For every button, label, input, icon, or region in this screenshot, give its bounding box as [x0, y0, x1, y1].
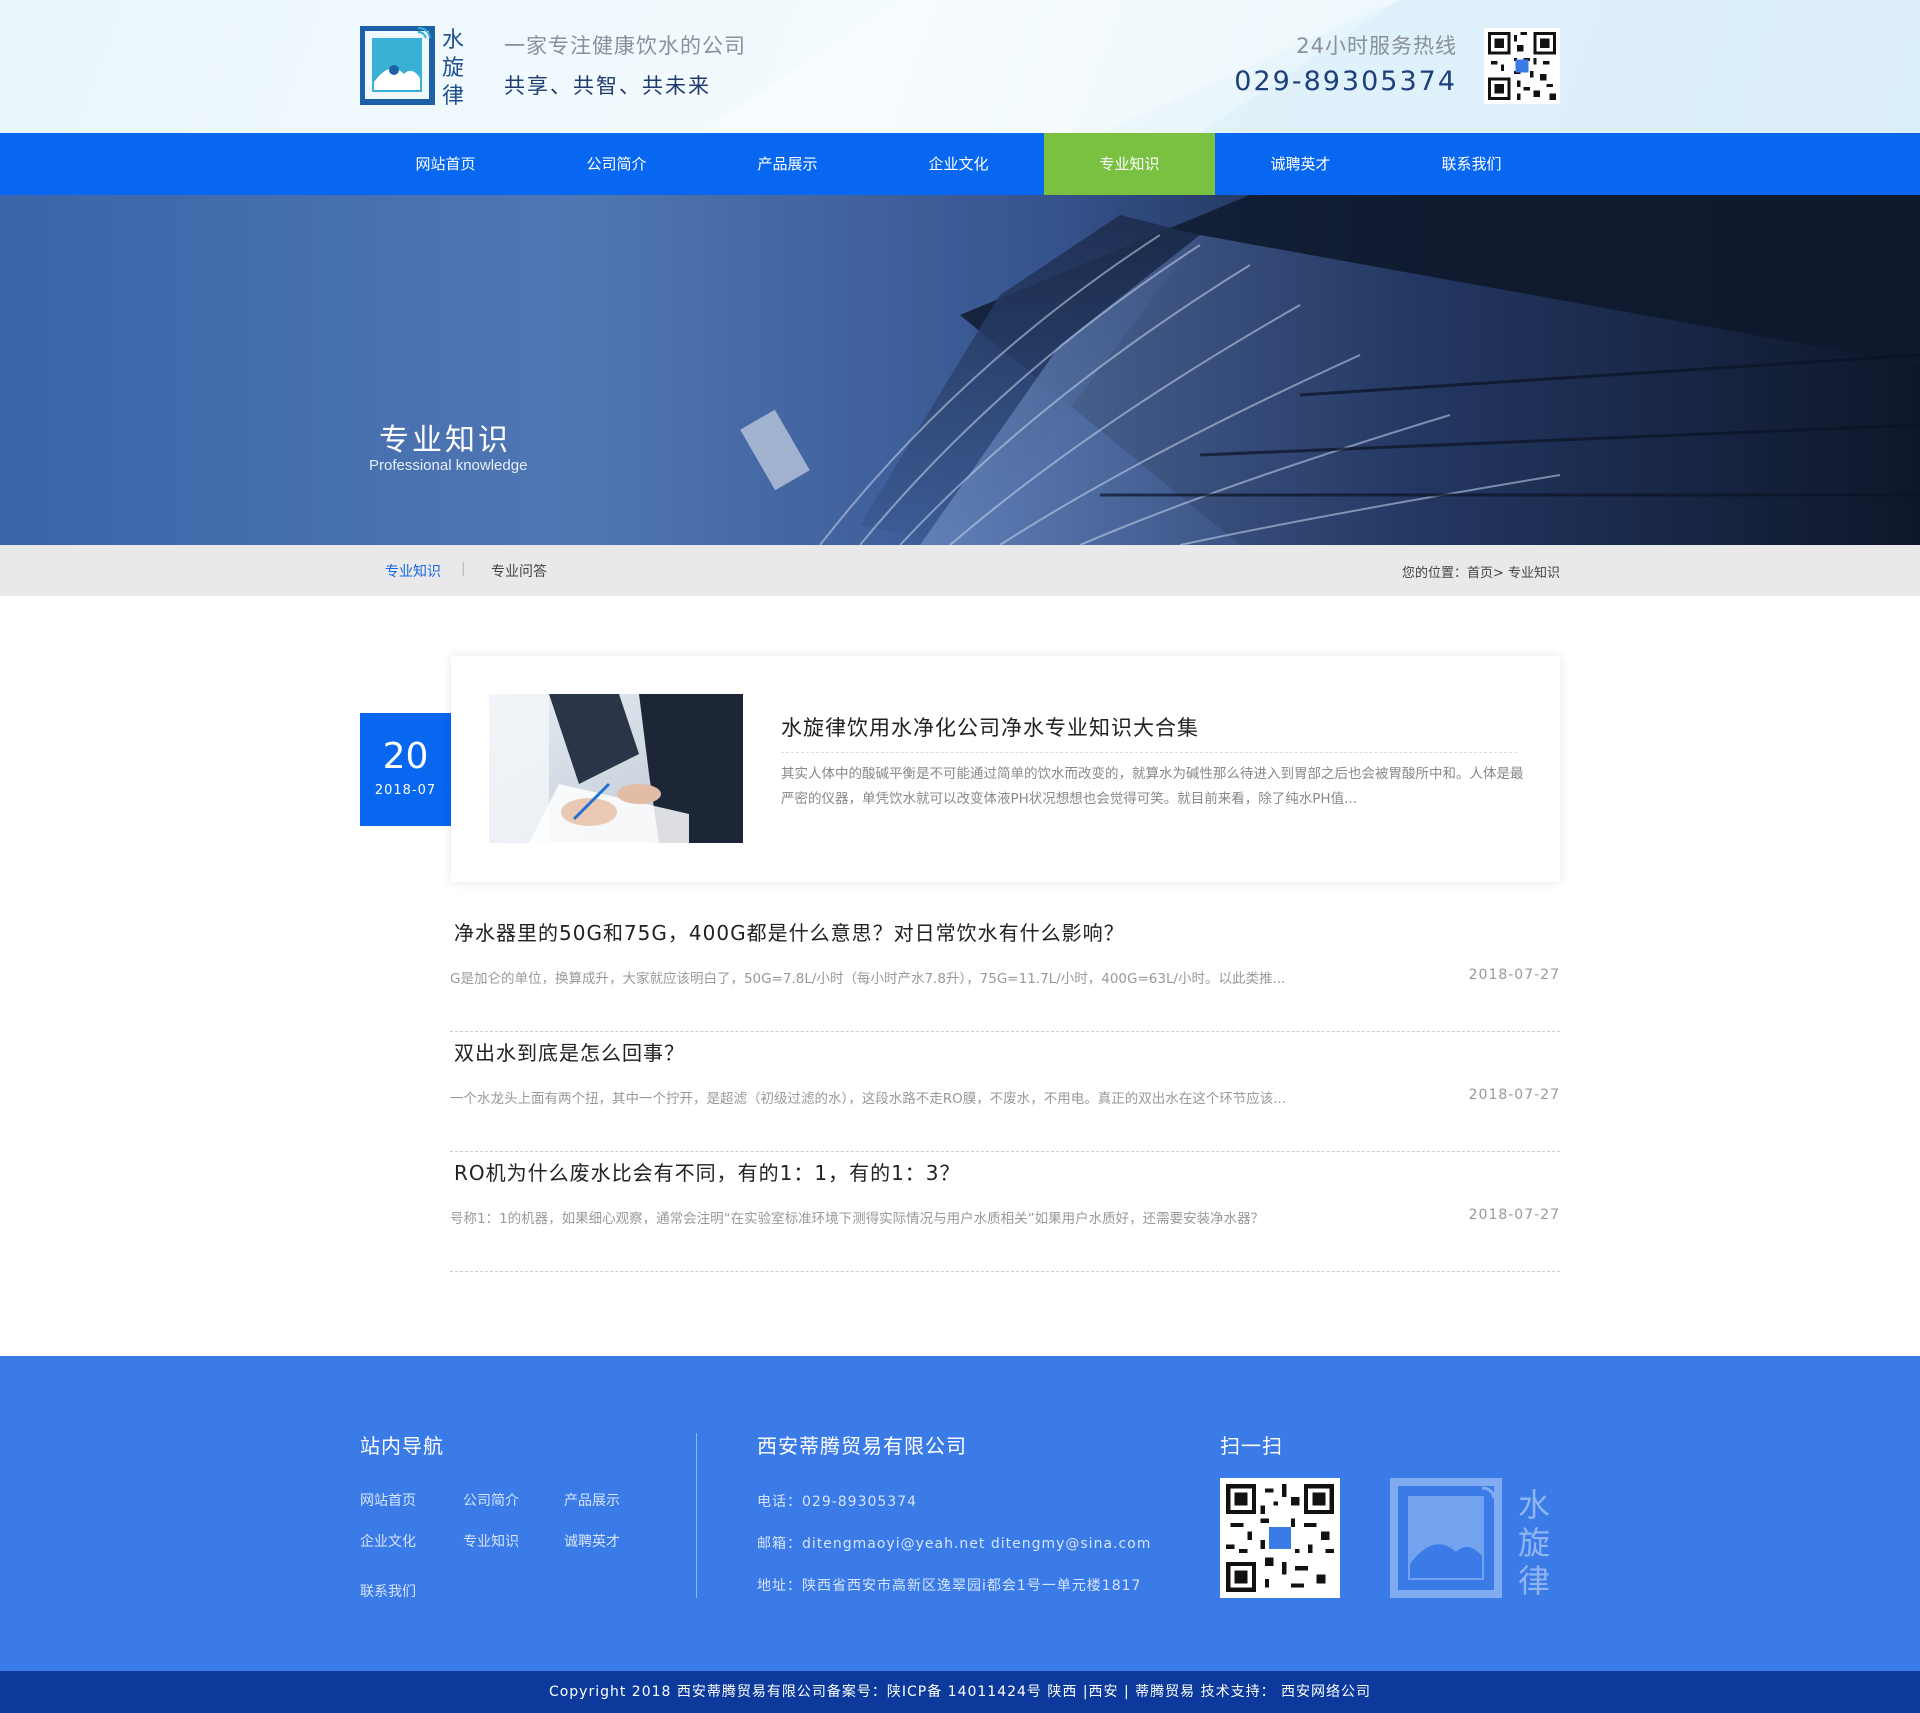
article-date: 2018-07-27	[1468, 967, 1560, 983]
footer-phone: 电话：029-89305374	[757, 1494, 918, 1510]
site-header: 水 旋 律 一家专注健康饮水的公司 共享、共智、共未来 24小时服务热线 029…	[0, 0, 1920, 133]
date-badge: 20 2018-07	[360, 713, 451, 826]
nav-item-about[interactable]: 公司简介	[531, 133, 702, 195]
footer-logo-char-2: 旋	[1518, 1524, 1550, 1562]
footer-link-culture[interactable]: 企业文化	[360, 1531, 416, 1551]
article-title[interactable]: 净水器里的50G和75G，400G都是什么意思？对日常饮水有什么影响？	[454, 917, 1125, 946]
date-year-month: 2018-07	[374, 783, 437, 798]
footer-logo-icon: 水 旋 律	[1390, 1478, 1560, 1600]
slogan-line-1: 一家专注健康饮水的公司	[504, 34, 746, 58]
article-date: 2018-07-27	[1468, 1087, 1560, 1103]
nav-item-careers[interactable]: 诚聘英才	[1215, 133, 1386, 195]
featured-image[interactable]	[489, 694, 743, 843]
subtab-separator: |	[461, 561, 466, 577]
article-excerpt: G是加仑的单位，换算成升，大家就应该明白了，50G=7.8L/小时（每小时产水7…	[450, 971, 1286, 987]
list-item[interactable]: 双出水到底是怎么回事？ 一个水龙头上面有两个扭，其中一个拧开，是超滤（初级过滤的…	[450, 1032, 1560, 1152]
nav-item-contact[interactable]: 联系我们	[1386, 133, 1557, 195]
featured-title[interactable]: 水旋律饮用水净化公司净水专业知识大合集	[781, 712, 1517, 753]
company-logo[interactable]: 水 旋 律	[359, 25, 472, 109]
footer-divider	[696, 1433, 697, 1598]
hotline-label: 24小时服务热线	[1296, 34, 1457, 58]
page-banner: 专业知识 Professional knowledge	[0, 195, 1920, 545]
footer-link-home[interactable]: 网站首页	[360, 1490, 416, 1510]
logo-char-3: 律	[442, 84, 465, 109]
article-title[interactable]: RO机为什么废水比会有不同，有的1：1，有的1：3？	[454, 1157, 961, 1186]
building-image	[740, 195, 1920, 545]
main-nav: 网站首页 公司简介 产品展示 企业文化 专业知识 诚聘英才 联系我们	[0, 133, 1920, 195]
footer-address: 地址：陕西省西安市高新区逸翠园i都会1号一单元楼1817	[757, 1578, 1142, 1594]
hotline-number: 029-89305374	[1234, 66, 1457, 97]
footer-link-products[interactable]: 产品展示	[564, 1490, 620, 1510]
list-item[interactable]: RO机为什么废水比会有不同，有的1：1，有的1：3？ 号称1：1的机器，如果细心…	[450, 1152, 1560, 1272]
nav-item-culture[interactable]: 企业文化	[873, 133, 1044, 195]
article-date: 2018-07-27	[1468, 1207, 1560, 1223]
footer-scan-heading: 扫一扫	[1220, 1434, 1283, 1458]
date-day: 20	[382, 736, 429, 777]
article-excerpt: 一个水龙头上面有两个扭，其中一个拧开，是超滤（初级过滤的水），这段水路不走RO膜…	[450, 1091, 1287, 1107]
site-footer: 站内导航 网站首页 公司简介 产品展示 企业文化 专业知识 诚聘英才 联系我们 …	[0, 1356, 1920, 1671]
featured-description: 其实人体中的酸碱平衡是不可能通过简单的饮水而改变的，就算水为碱性那么待进入到胃部…	[781, 766, 1524, 807]
footer-qr-code-icon	[1220, 1478, 1340, 1598]
footer-logo-char-1: 水	[1518, 1486, 1550, 1524]
breadcrumb: 您的位置：首页> 专业知识	[1401, 566, 1560, 581]
footer-link-contact[interactable]: 联系我们	[360, 1581, 416, 1601]
footer-link-knowledge[interactable]: 专业知识	[463, 1531, 519, 1551]
footer-nav-heading: 站内导航	[360, 1434, 444, 1458]
article-list: 净水器里的50G和75G，400G都是什么意思？对日常饮水有什么影响？ G是加仑…	[450, 912, 1560, 1272]
banner-subtitle: Professional knowledge	[369, 457, 528, 474]
featured-card: 水旋律饮用水净化公司净水专业知识大合集 其实人体中的酸碱平衡是不可能通过简单的饮…	[451, 656, 1560, 882]
article-excerpt: 号称1：1的机器，如果细心观察，通常会注明“在实验室标准环境下测得实际情况与用户…	[450, 1211, 1265, 1227]
qr-code-icon	[1484, 28, 1560, 104]
subtab-qa[interactable]: 专业问答	[491, 561, 547, 581]
nav-item-products[interactable]: 产品展示	[702, 133, 873, 195]
slogan-line-2: 共享、共智、共未来	[504, 74, 711, 98]
sub-navigation-bar: 专业知识 | 专业问答 您的位置：首页> 专业知识	[0, 545, 1920, 596]
article-title[interactable]: 双出水到底是怎么回事？	[454, 1037, 685, 1066]
nav-item-home[interactable]: 网站首页	[360, 133, 531, 195]
footer-logo-char-3: 律	[1518, 1562, 1550, 1598]
featured-article[interactable]: 20 2018-07 水旋律饮用水净化公司净水专业知识大合集 其实人体中的酸碱平…	[360, 656, 1560, 882]
footer-email: 邮箱：ditengmaoyi@yeah.net ditengmy@sina.co…	[757, 1536, 1152, 1552]
footer-link-about[interactable]: 公司简介	[463, 1490, 519, 1510]
footer-link-careers[interactable]: 诚聘英才	[564, 1531, 620, 1551]
banner-title: 专业知识	[379, 423, 511, 458]
subtab-knowledge[interactable]: 专业知识	[385, 561, 441, 581]
copyright-bar: Copyright 2018 西安蒂腾贸易有限公司备案号：陕ICP备 14011…	[0, 1671, 1920, 1713]
list-item[interactable]: 净水器里的50G和75G，400G都是什么意思？对日常饮水有什么影响？ G是加仑…	[450, 912, 1560, 1032]
nav-item-knowledge[interactable]: 专业知识	[1044, 133, 1215, 195]
footer-company-name: 西安蒂腾贸易有限公司	[757, 1434, 967, 1458]
